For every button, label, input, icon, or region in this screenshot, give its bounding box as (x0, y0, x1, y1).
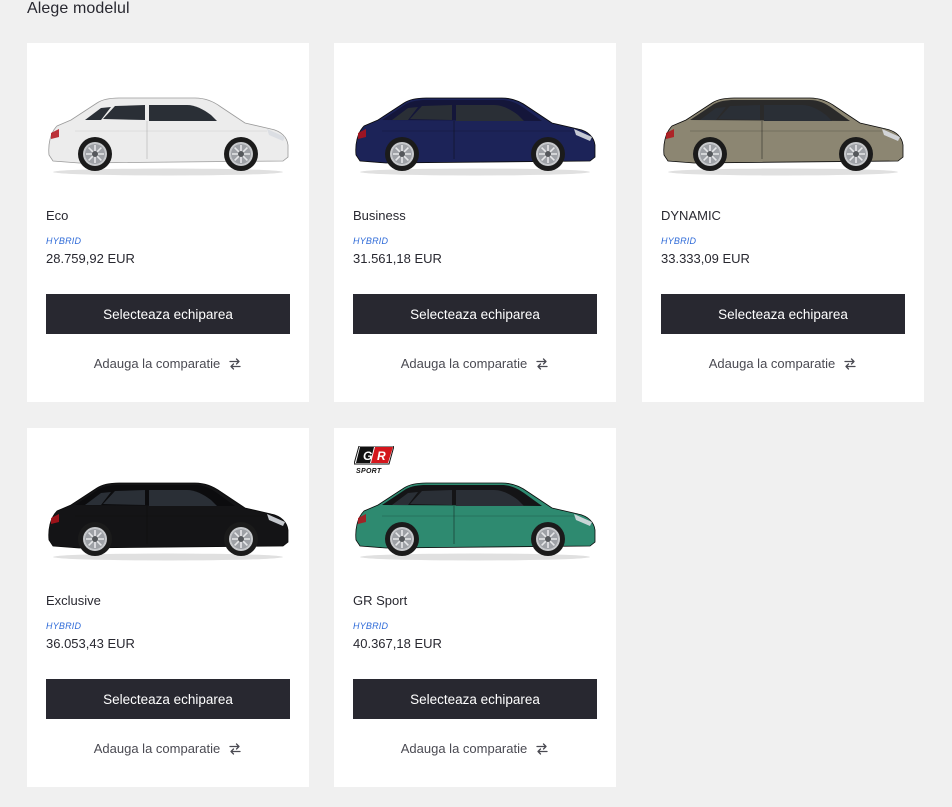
car-image (660, 93, 906, 177)
page-title: Alege modelul (27, 0, 130, 17)
model-card-dynamic: DYNAMIC HYBRID 33.333,09 EUR Selecteaza … (642, 43, 924, 402)
model-card-eco: Eco HYBRID 28.759,92 EUR Selecteaza echi… (27, 43, 309, 402)
hybrid-tag: HYBRID (46, 621, 82, 631)
swap-arrows-icon (536, 742, 548, 755)
swap-arrows-icon (229, 357, 241, 370)
model-price: 40.367,18 EUR (353, 636, 442, 651)
compare-label: Adauga la comparatie (400, 741, 528, 756)
car-image (45, 93, 291, 177)
add-to-compare-link[interactable]: Adauga la comparatie (334, 356, 616, 371)
compare-label: Adauga la comparatie (93, 741, 221, 756)
hybrid-tag: HYBRID (661, 236, 697, 246)
model-name: Exclusive (46, 593, 101, 608)
car-image (45, 478, 291, 562)
model-name: Eco (46, 208, 69, 223)
select-equipment-button[interactable]: Selecteaza echiparea (353, 294, 597, 334)
add-to-compare-link[interactable]: Adauga la comparatie (642, 356, 924, 371)
model-name: GR Sport (353, 593, 408, 608)
swap-arrows-icon (229, 742, 241, 755)
model-price: 33.333,09 EUR (661, 251, 750, 266)
car-icon (48, 97, 289, 176)
car-image (352, 93, 598, 177)
select-equipment-button[interactable]: Selecteaza echiparea (353, 679, 597, 719)
car-icon (355, 97, 596, 176)
model-card-exclusive: Exclusive HYBRID 36.053,43 EUR Selecteaz… (27, 428, 309, 787)
svg-text:R: R (377, 449, 386, 463)
hybrid-tag: HYBRID (353, 236, 389, 246)
hybrid-tag: HYBRID (46, 236, 82, 246)
add-to-compare-link[interactable]: Adauga la comparatie (27, 356, 309, 371)
select-equipment-button[interactable]: Selecteaza echiparea (661, 294, 905, 334)
select-equipment-button[interactable]: Selecteaza echiparea (46, 294, 290, 334)
compare-label: Adauga la comparatie (708, 356, 836, 371)
swap-arrows-icon (536, 357, 548, 370)
gr-sport-logo-icon: G R SPORT (354, 446, 394, 474)
model-card-gr-sport: G R SPORT GR Sport HYBRID 40.367,18 EUR … (334, 428, 616, 787)
swap-arrows-icon (844, 357, 856, 370)
compare-label: Adauga la comparatie (400, 356, 528, 371)
model-card-business: Business HYBRID 31.561,18 EUR Selecteaza… (334, 43, 616, 402)
compare-label: Adauga la comparatie (93, 356, 221, 371)
model-name: Business (353, 208, 406, 223)
add-to-compare-link[interactable]: Adauga la comparatie (334, 741, 616, 756)
svg-text:G: G (363, 449, 372, 463)
model-price: 28.759,92 EUR (46, 251, 135, 266)
car-icon (48, 482, 289, 561)
car-icon (663, 97, 904, 176)
model-price: 36.053,43 EUR (46, 636, 135, 651)
car-icon (355, 482, 596, 561)
model-name: DYNAMIC (661, 208, 721, 223)
hybrid-tag: HYBRID (353, 621, 389, 631)
select-equipment-button[interactable]: Selecteaza echiparea (46, 679, 290, 719)
add-to-compare-link[interactable]: Adauga la comparatie (27, 741, 309, 756)
car-image (352, 478, 598, 562)
svg-text:SPORT: SPORT (356, 468, 382, 474)
model-price: 31.561,18 EUR (353, 251, 442, 266)
